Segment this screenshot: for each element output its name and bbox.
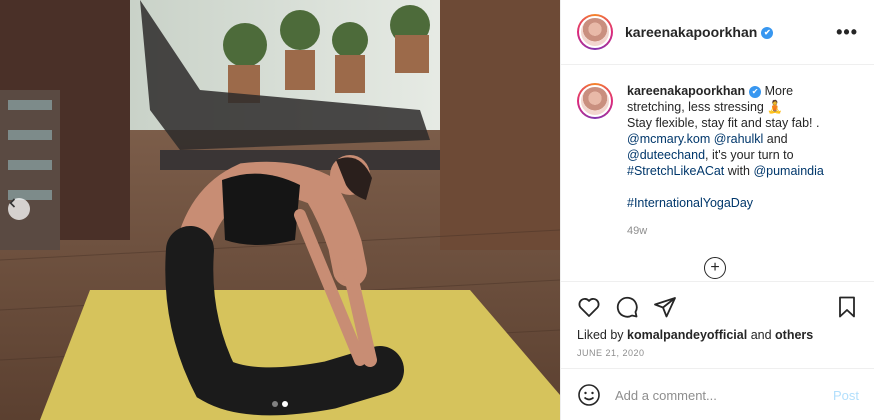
post-comment-button[interactable]: Post	[833, 388, 859, 403]
carousel-prev-button[interactable]	[8, 198, 30, 220]
caption-and: and	[763, 132, 788, 146]
avatar[interactable]	[577, 14, 613, 50]
caption-avatar[interactable]	[577, 83, 613, 119]
caption: kareenakapoorkhan ✔ More stretching, less…	[577, 83, 858, 239]
time-ago[interactable]: 49w	[627, 223, 845, 239]
post-photo[interactable]	[0, 0, 560, 420]
post-actions	[561, 282, 874, 322]
comments-section: kareenakapoorkhan ✔ More stretching, less…	[561, 65, 874, 281]
header-username[interactable]: kareenakapoorkhan ✔	[625, 24, 774, 40]
caption-turn: , it's your turn to	[705, 148, 794, 162]
hashtag-internationalyogaday[interactable]: #InternationalYogaDay	[627, 196, 753, 210]
more-options-icon[interactable]: •••	[836, 22, 858, 43]
yoga-emoji-icon: 🧘	[767, 100, 783, 114]
actions-bar: Liked by komalpandeyofficial and others …	[561, 281, 874, 420]
verified-badge-icon: ✔	[749, 85, 762, 98]
caption-with: with	[724, 164, 754, 178]
mention-pumaindia[interactable]: @pumaindia	[753, 164, 823, 178]
carousel-dot-active	[282, 401, 288, 407]
post-date[interactable]: JUNE 21, 2020	[561, 342, 874, 358]
carousel-dot	[272, 401, 278, 407]
chevron-left-icon	[9, 198, 16, 208]
likes-prefix: Liked by	[577, 328, 628, 342]
caption-username[interactable]: kareenakapoorkhan	[627, 84, 745, 98]
mention-mcmary[interactable]: @mcmary.kom	[627, 132, 710, 146]
likes-middle: and	[747, 328, 776, 342]
verified-badge-icon: ✔	[761, 27, 774, 40]
yoga-photo-illustration	[0, 0, 560, 420]
share-icon[interactable]	[653, 295, 677, 319]
comment-input[interactable]	[615, 387, 833, 403]
caption-line2: Stay flexible, stay fit and stay fab! .	[627, 116, 820, 130]
mention-rahulkl[interactable]: @rahulkl	[714, 132, 764, 146]
carousel-dots	[272, 401, 288, 407]
heart-icon[interactable]	[577, 295, 601, 319]
emoji-icon[interactable]	[577, 383, 601, 407]
likes-line: Liked by komalpandeyofficial and others	[561, 322, 874, 342]
mention-duteechand[interactable]: @duteechand	[627, 148, 705, 162]
plus-circle-icon[interactable]: +	[704, 257, 726, 279]
bookmark-icon[interactable]	[835, 295, 859, 319]
add-comment-bar: Post	[561, 368, 874, 420]
likes-user[interactable]: komalpandeyofficial	[627, 328, 747, 342]
caption-text: kareenakapoorkhan ✔ More stretching, less…	[627, 83, 845, 239]
likes-others[interactable]: others	[775, 328, 813, 342]
comment-icon[interactable]	[615, 295, 639, 319]
post-side-panel: kareenakapoorkhan ✔ ••• kareenakapoorkhan…	[560, 0, 874, 420]
hashtag-stretchlikeacat[interactable]: #StretchLikeACat	[627, 164, 724, 178]
post-header: kareenakapoorkhan ✔ •••	[561, 0, 874, 65]
